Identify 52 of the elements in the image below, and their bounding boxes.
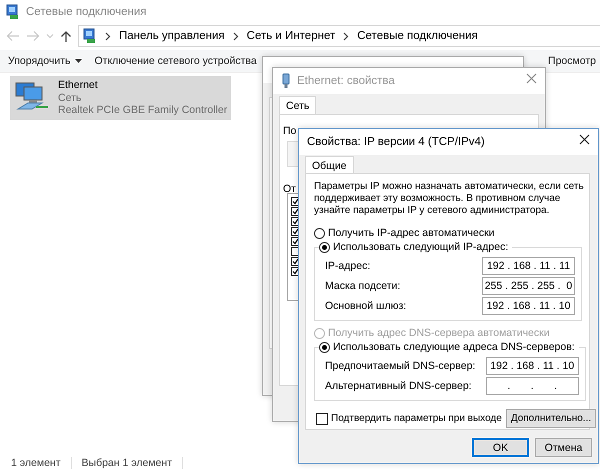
radio-button[interactable] [314, 228, 325, 238]
adapter-name: Realtek PCIe GBE Family Controller [58, 104, 228, 116]
field-label: Альтернативный DNS-сервер: [325, 380, 472, 392]
status-text: Выбран 1 элемент [72, 457, 184, 469]
ip-address-field[interactable]: 255 . 255 . 255 . 0 [482, 277, 575, 295]
advanced-button[interactable]: Дополнительно... [506, 409, 596, 428]
window-title: Сетевые подключения [26, 6, 147, 18]
radio-label: Использовать следующий IP-адрес: [333, 241, 508, 253]
tab[interactable]: Общие [305, 156, 354, 174]
chevron-icon [232, 32, 239, 40]
chevron-icon [343, 32, 350, 40]
connection-name: Ethernet [58, 79, 99, 92]
address-bar[interactable]: Панель управления Сеть и Интернет Сетевые подключения [78, 25, 600, 47]
ip-address-field[interactable]: 192 . 168 . 11 . 10 [482, 297, 575, 315]
network-icon [6, 4, 20, 20]
radio-label: Использовать следующие адреса DNS-серверов: [333, 341, 575, 353]
field-label: Маска подсети: [325, 280, 400, 292]
status-text: 1 элемент [8, 457, 72, 469]
connection-network: Сеть [58, 92, 82, 104]
ip-address-field[interactable]: . . . [486, 377, 579, 395]
ip-address-field[interactable]: 192 . 168 . 11 . 10 [486, 357, 579, 375]
dialog-button[interactable]: OK [472, 438, 529, 457]
caret-icon [75, 59, 82, 63]
breadcrumb[interactable]: Панель управления [119, 30, 225, 42]
radio-label: Получить IP-адрес автоматически [328, 227, 495, 239]
field-label: IP-адрес: [325, 260, 370, 272]
adapter-icon [281, 73, 291, 89]
checkbox[interactable] [316, 412, 328, 424]
radio-label: Получить адрес DNS-сервера автоматически [328, 327, 550, 339]
connection-item[interactable]: Ethernet Сеть Realtek PCIe GBE Family Controller [10, 76, 232, 120]
breadcrumb[interactable]: Сеть и Интернет [246, 30, 336, 42]
toolbar-button[interactable]: Упорядочить [8, 55, 82, 67]
dialog-title: Ethernet: свойства [297, 75, 395, 87]
dialog-title: Свойства: IP версии 4 (TCP/IPv4) [307, 136, 485, 148]
description-text: Параметры IP можно назначать автоматически, если сеть поддерживает эту возможность. В противном случае узнайте параметры IP у сетевого администратора. [314, 181, 585, 217]
dialog-text: По [283, 125, 296, 137]
close-icon[interactable] [579, 134, 590, 145]
up-arrow-icon[interactable] [60, 30, 72, 42]
chevron-icon [105, 32, 111, 40]
ip-address-field[interactable]: 192 . 168 . 11 . 11 [482, 257, 575, 275]
toolbar-button[interactable]: Отключение сетевого устройства [94, 55, 257, 67]
tab[interactable]: Сеть [279, 96, 316, 114]
checkbox-label: Подтвердить параметры при выходе [331, 413, 502, 424]
dialog-text: От [283, 183, 296, 195]
network-icon [83, 28, 97, 44]
toolbar-button[interactable]: Просмотр [548, 55, 596, 67]
radio-button[interactable] [319, 242, 330, 252]
dialog-button[interactable]: Отмена [535, 438, 592, 457]
radio-button[interactable] [319, 342, 330, 352]
breadcrumb[interactable]: Сетевые подключения [357, 30, 478, 42]
field-label: Предпочитаемый DNS-сервер: [325, 360, 476, 372]
field-label: Основной шлюз: [325, 300, 406, 312]
